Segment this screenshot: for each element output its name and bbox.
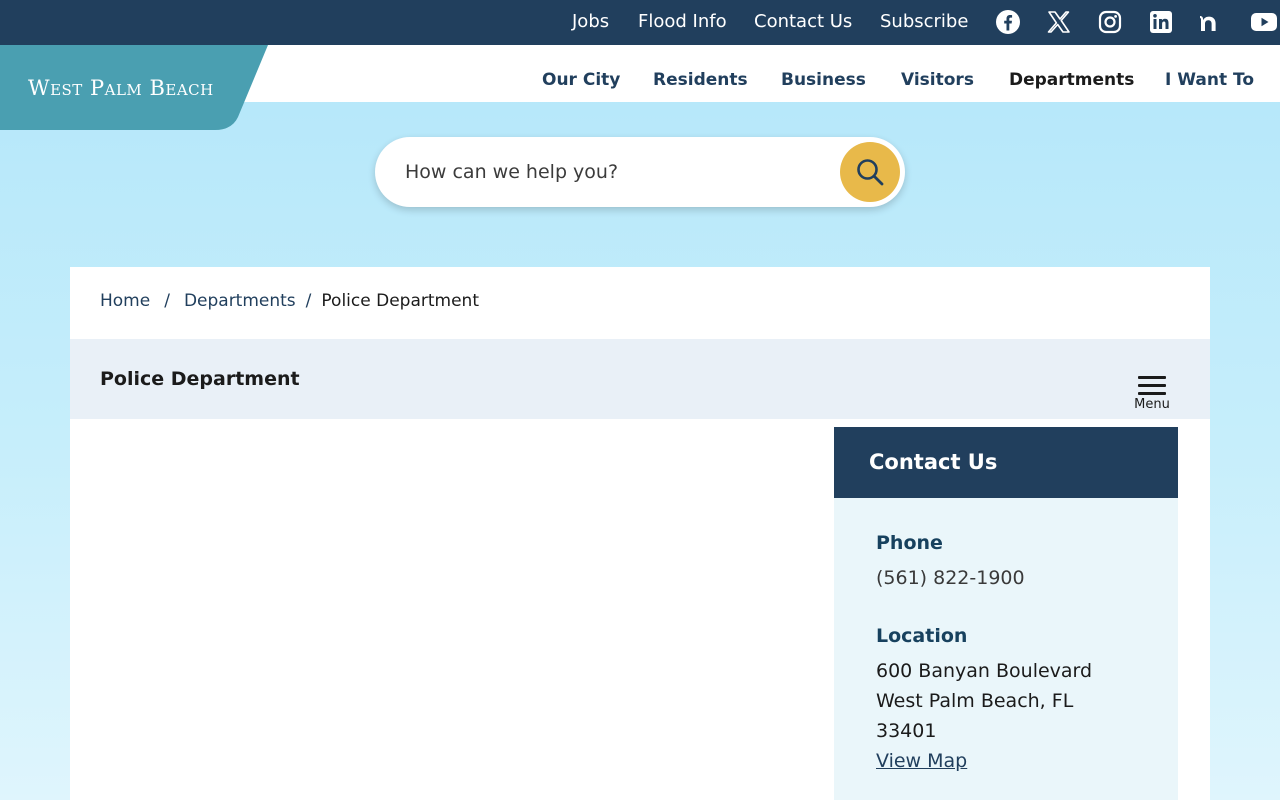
menu-label: Menu <box>1134 397 1170 412</box>
search-icon <box>857 159 884 186</box>
phone-number[interactable]: (561) 822-1900 <box>876 563 1025 593</box>
nav-i-want-to[interactable]: I Want To <box>1165 69 1254 91</box>
section-menu-button[interactable]: Menu <box>1128 372 1176 414</box>
breadcrumb-home[interactable]: Home <box>100 291 150 311</box>
contact-us-link[interactable]: Contact Us <box>754 11 852 33</box>
city-logo[interactable]: West Palm Beach <box>0 45 268 130</box>
phone-label: Phone <box>876 532 943 554</box>
page-title: Police Department <box>100 368 300 390</box>
breadcrumb-separator: / <box>305 291 312 311</box>
hamburger-icon <box>1138 374 1166 395</box>
contact-panel-header: Contact Us <box>834 427 1178 498</box>
contact-panel-title: Contact Us <box>869 450 998 474</box>
address-line-2: West Palm Beach, FL <box>876 690 1074 712</box>
address-line-3: 33401 <box>876 720 937 742</box>
flood-info-link[interactable]: Flood Info <box>638 11 727 33</box>
site-search <box>375 137 905 207</box>
x-twitter-icon[interactable] <box>1045 8 1073 36</box>
contact-panel: Phone (561) 822-1900 Location 600 Banyan… <box>834 498 1178 800</box>
breadcrumb-current: Police Department <box>321 291 479 311</box>
facebook-icon[interactable] <box>994 8 1022 36</box>
breadcrumb-departments[interactable]: Departments <box>184 291 296 311</box>
nav-residents[interactable]: Residents <box>653 69 748 91</box>
nav-departments[interactable]: Departments <box>1009 69 1134 91</box>
nav-visitors[interactable]: Visitors <box>901 69 974 91</box>
nav-business[interactable]: Business <box>781 69 866 91</box>
search-button[interactable] <box>840 142 900 202</box>
logo-wordmark: West Palm Beach <box>28 76 214 100</box>
address-line-1: 600 Banyan Boulevard <box>876 660 1093 682</box>
breadcrumb-separator: / <box>164 291 170 311</box>
location-label: Location <box>876 625 968 647</box>
jobs-link[interactable]: Jobs <box>572 11 609 33</box>
linkedin-icon[interactable] <box>1147 8 1175 36</box>
instagram-icon[interactable] <box>1096 8 1124 36</box>
nextdoor-icon[interactable] <box>1198 8 1226 36</box>
youtube-icon[interactable] <box>1250 8 1278 36</box>
nav-our-city[interactable]: Our City <box>542 69 620 91</box>
search-input[interactable] <box>405 157 835 187</box>
view-map-link[interactable]: View Map <box>876 746 967 776</box>
subscribe-link[interactable]: Subscribe <box>880 11 968 33</box>
breadcrumb: Home / Departments / Police Department <box>100 290 479 312</box>
